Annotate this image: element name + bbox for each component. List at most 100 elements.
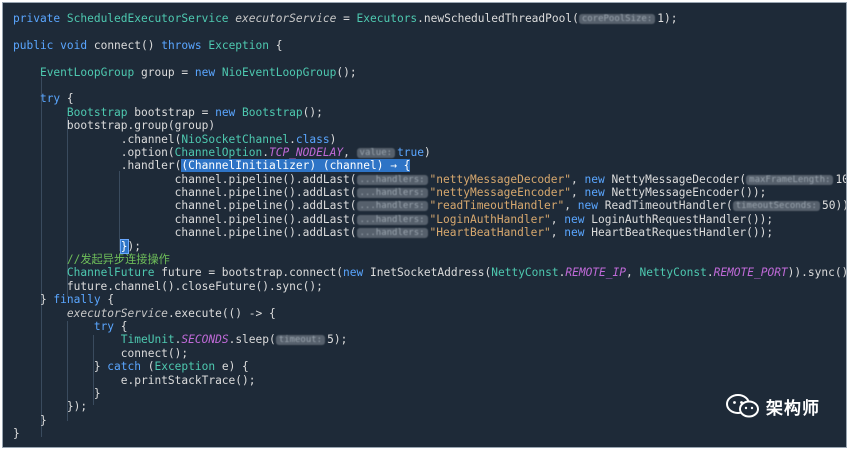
code-line[interactable]: }); [13,400,846,414]
code-token: ScheduledExecutorService [66,12,236,25]
code-line[interactable]: try { [13,92,846,106]
code-token: bootstrap.group(group) [13,119,216,133]
code-line[interactable]: private ScheduledExecutorService executo… [13,12,846,25]
code-token: new [584,186,612,200]
code-token: new [584,172,612,186]
code-token: { [100,293,115,307]
code-token: .option( [13,145,175,159]
code-line[interactable]: public void connect() throws Exception { [13,38,846,52]
code-token: catch [107,360,141,374]
code-token: channel.pipeline().addLast( [13,199,357,213]
code-token: Executors [356,12,418,25]
code-line[interactable]: connect(); [13,346,846,360]
code-token: new [194,65,222,79]
code-line[interactable]: Bootstrap bootstrap = new Bootstrap(); [13,105,846,119]
code-line[interactable]: } catch (Exception e) { [13,360,846,374]
code-token: new [564,226,592,240]
code-line[interactable]: EventLoopGroup group = new NioEventLoopG… [13,65,846,79]
code-token: { [114,319,128,333]
code-token: ) [329,132,337,146]
code-token: } [13,427,20,441]
code-token: , [571,172,585,186]
code-token: )).sync(); [787,266,846,280]
code-line[interactable]: } [13,386,846,400]
code-token: NettyMessageEncoder()); [611,186,767,200]
parameter-hint: ...handlers: [356,214,428,225]
string-literal: "nettyMessageDecoder" [429,172,571,186]
string-literal: "nettyMessageEncoder" [429,186,571,200]
code-token: .channel( [13,132,182,146]
code-area[interactable]: private ScheduledExecutorService executo… [13,12,846,441]
parameter-hint: ...handlers: [356,228,428,239]
code-line[interactable] [13,52,846,65]
code-token: } [13,386,101,400]
code-token: . [706,266,714,280]
code-token: connect(); [13,346,189,360]
code-token: try [39,92,61,106]
code-token: }); [13,400,88,414]
code-token: HeartBeatRequestHandler()); [591,226,774,240]
code-line[interactable] [13,25,846,38]
code-line[interactable]: channel.pipeline().addLast(...handlers: "… [13,226,846,240]
code-token: InetSocketAddress( [370,266,492,280]
code-line[interactable]: channel.pipeline().addLast(...handlers: "… [13,186,846,200]
code-line[interactable]: .handler((ChannelInitializer) (channel) … [13,159,846,173]
code-token: ) [424,145,431,159]
string-literal: "LoginAuthHandler" [429,212,551,226]
code-line[interactable]: try { [13,319,846,333]
code-token: try [93,319,115,333]
code-line[interactable]: .option(ChannelOption.TCP_NODELAY, value… [13,145,846,159]
code-token: new [215,105,243,119]
code-line[interactable]: //发起异步连接操作 [13,253,846,266]
code-line[interactable]: future.channel().closeFuture().sync(); [13,280,846,293]
code-token: . [289,132,296,146]
code-token: , [564,199,578,213]
parameter-hint: ...handlers: [356,188,428,199]
code-token: , [571,186,585,200]
code-token: REMOTE_PORT [713,266,788,280]
code-token: , [343,145,357,159]
code-token: (); [302,105,323,119]
code-line[interactable]: ChannelFuture future = bootstrap.connect… [13,266,846,280]
code-line[interactable]: TimeUnit.SECONDS.sleep(timeout: 5); [13,333,846,346]
code-line[interactable]: }); [13,238,846,254]
code-token: ); [664,12,678,25]
code-token: .newScheduledThreadPool( [417,12,579,25]
code-token: public [13,38,61,52]
code-token: } [13,413,47,427]
code-line[interactable]: executorService.execute(() -> { [13,306,846,320]
wechat-icon [726,393,760,419]
code-token: new [564,212,592,226]
code-token: future = bootstrap.connect( [154,266,344,280]
code-token: executorService [235,12,337,25]
code-line[interactable]: } [13,413,846,427]
code-line[interactable]: } finally { [13,293,846,307]
code-token: )); [835,199,846,213]
code-token: new [343,266,370,280]
matched-brace: } [119,238,129,254]
code-token: bootstrap = [127,105,216,119]
code-line[interactable]: channel.pipeline().addLast(...handlers: "… [13,172,846,186]
code-token: connect() [93,38,162,52]
code-token: } [13,360,108,374]
code-line[interactable] [13,79,846,92]
code-token: ); [127,239,142,253]
code-editor-window: private ScheduledExecutorService executo… [2,2,847,448]
code-token: Bootstrap [66,105,128,119]
code-token: TCP_NODELAY [268,145,344,159]
code-line[interactable]: e.printStackTrace(); [13,373,846,387]
code-token: executorService [66,306,168,320]
code-line[interactable]: channel.pipeline().addLast(...handlers: "… [13,199,846,213]
code-line[interactable]: .channel(NioSocketChannel.class) [13,132,846,146]
code-line[interactable]: } [13,427,846,441]
code-line[interactable]: channel.pipeline().addLast(...handlers: "… [13,212,846,226]
code-token: { [268,38,283,52]
parameter-hint: timeout: [275,335,326,346]
code-token: e.printStackTrace(); [13,373,256,387]
code-token: finally [53,293,101,307]
code-line[interactable]: bootstrap.group(group) [13,119,846,133]
